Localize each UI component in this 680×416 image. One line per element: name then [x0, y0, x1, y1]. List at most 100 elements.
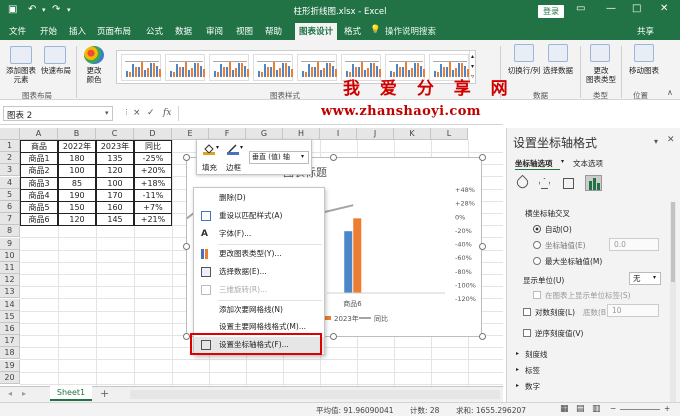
- maximize-icon[interactable]: □: [632, 3, 641, 14]
- change-colors-button[interactable]: 更改 颜色: [80, 66, 108, 84]
- normal-view-icon[interactable]: ▦: [560, 404, 569, 414]
- cancel-icon[interactable]: ×: [133, 108, 141, 118]
- row-header[interactable]: 8: [0, 225, 20, 238]
- chart-resize-handle[interactable]: [479, 154, 486, 161]
- row-header[interactable]: 1: [0, 140, 20, 152]
- column-header[interactable]: A: [20, 128, 58, 140]
- table-cell[interactable]: -11%: [134, 188, 172, 202]
- column-header[interactable]: K: [394, 128, 431, 140]
- axis-options-dropdown-icon[interactable]: ▾: [561, 158, 564, 165]
- column-header[interactable]: I: [320, 128, 357, 140]
- row-header[interactable]: 15: [0, 310, 20, 323]
- fx-icon[interactable]: fx: [163, 108, 171, 118]
- collapse-ribbon-icon[interactable]: ∧: [667, 88, 673, 97]
- horizontal-scrollbar[interactable]: [130, 390, 500, 399]
- tab-help[interactable]: 帮助: [265, 25, 282, 37]
- row-header[interactable]: 19: [0, 359, 20, 372]
- confirm-icon[interactable]: ✓: [147, 108, 155, 118]
- table-cell[interactable]: 190: [58, 188, 96, 202]
- table-cell[interactable]: 100: [96, 176, 134, 190]
- tab-chart-design[interactable]: 图表设计: [295, 23, 338, 40]
- row-header[interactable]: 3: [0, 164, 20, 177]
- chart-style-thumbnail[interactable]: [253, 54, 293, 81]
- table-cell[interactable]: +18%: [134, 176, 172, 190]
- close-icon[interactable]: ✕: [660, 3, 668, 14]
- tab-home[interactable]: 开始: [40, 25, 57, 37]
- element-selector-dropdown-icon[interactable]: ▾: [301, 153, 304, 160]
- axis-value-input[interactable]: 0.0: [609, 238, 659, 251]
- fill-dropdown-icon[interactable]: ▾: [216, 144, 219, 151]
- tab-formulas[interactable]: 公式: [146, 25, 163, 37]
- row-header[interactable]: 6: [0, 201, 20, 213]
- secondary-axis-tick[interactable]: -40%: [455, 241, 472, 249]
- zoom-slider[interactable]: [620, 409, 660, 410]
- table-cell[interactable]: 180: [58, 152, 96, 166]
- bar-2022[interactable]: [344, 231, 353, 293]
- log-base-input[interactable]: 10: [607, 304, 659, 317]
- display-units-select[interactable]: 无: [629, 272, 661, 285]
- tab-file[interactable]: 文件: [9, 25, 26, 37]
- table-cell[interactable]: 商品2: [20, 164, 58, 178]
- scroll-left-icon[interactable]: ◂: [8, 389, 12, 398]
- chart-resize-handle[interactable]: [330, 333, 337, 340]
- row-header[interactable]: 7: [0, 213, 20, 226]
- row-header[interactable]: 9: [0, 237, 20, 250]
- row-header[interactable]: 17: [0, 335, 20, 348]
- table-cell[interactable]: 85: [58, 176, 96, 190]
- table-cell[interactable]: 135: [96, 152, 134, 166]
- move-chart-button[interactable]: 移动图表: [624, 66, 664, 75]
- page-layout-view-icon[interactable]: ▤: [576, 404, 585, 414]
- minimize-icon[interactable]: —: [606, 3, 616, 14]
- menu-item-add-minor-gridlines[interactable]: 添加次要网格线(N): [194, 302, 324, 318]
- fill-line-icon[interactable]: [514, 174, 531, 191]
- change-chart-type-button[interactable]: 更改 图表类型: [583, 66, 619, 84]
- table-cell[interactable]: 120: [96, 164, 134, 178]
- tab-view[interactable]: 视图: [236, 25, 253, 37]
- outline-pen-icon[interactable]: [227, 143, 239, 155]
- secondary-axis-tick[interactable]: -80%: [455, 268, 472, 276]
- section-number[interactable]: 数字: [525, 381, 540, 392]
- chart-resize-handle[interactable]: [183, 333, 190, 340]
- column-header[interactable]: L: [431, 128, 468, 140]
- chart-style-thumbnail[interactable]: [209, 54, 249, 81]
- table-cell[interactable]: 商品6: [20, 213, 58, 227]
- chart-resize-handle[interactable]: [183, 154, 190, 161]
- zoom-in-icon[interactable]: +: [664, 404, 670, 413]
- row-header[interactable]: 20: [0, 371, 20, 384]
- row-header[interactable]: 16: [0, 323, 20, 335]
- sheet-tab-sheet1[interactable]: Sheet1: [50, 386, 92, 401]
- secondary-axis-tick[interactable]: -20%: [455, 227, 472, 235]
- add-chart-element-button[interactable]: 添加图表 元素: [3, 66, 39, 84]
- page-break-view-icon[interactable]: ▥: [592, 404, 601, 414]
- table-cell[interactable]: 商品3: [20, 176, 58, 190]
- table-cell[interactable]: 100: [58, 164, 96, 178]
- ribbon-options-icon[interactable]: ▭: [576, 3, 585, 14]
- table-cell[interactable]: -25%: [134, 152, 172, 166]
- pane-scrollbar[interactable]: [670, 202, 676, 402]
- chart-style-thumbnail[interactable]: [297, 54, 337, 81]
- zoom-out-icon[interactable]: −: [610, 404, 616, 413]
- secondary-axis-tick[interactable]: -100%: [455, 281, 476, 289]
- row-header[interactable]: 4: [0, 176, 20, 189]
- table-cell[interactable]: +20%: [134, 164, 172, 178]
- legend-label-2023[interactable]: 2023年: [334, 314, 359, 323]
- row-header[interactable]: 12: [0, 274, 20, 287]
- expand-ticks-icon[interactable]: ▸: [516, 350, 519, 357]
- table-cell[interactable]: 170: [96, 188, 134, 202]
- checkbox-log-scale[interactable]: [523, 308, 531, 316]
- tab-insert[interactable]: 插入: [69, 25, 86, 37]
- section-tick-marks[interactable]: 刻度线: [525, 349, 548, 360]
- tab-text-options[interactable]: 文本选项: [573, 158, 603, 169]
- bar-2023[interactable]: [353, 218, 362, 293]
- name-box-dropdown-icon[interactable]: ▾: [105, 109, 109, 117]
- secondary-axis-tick[interactable]: -60%: [455, 254, 472, 262]
- menu-item-font[interactable]: A 字体(F)...: [194, 226, 324, 242]
- row-header[interactable]: 5: [0, 188, 20, 201]
- chart-resize-handle[interactable]: [479, 333, 486, 340]
- chart-style-thumbnail[interactable]: [165, 54, 205, 81]
- secondary-axis-tick[interactable]: -120%: [455, 295, 476, 303]
- size-properties-icon[interactable]: [563, 178, 574, 189]
- menu-item-change-chart-type[interactable]: 更改图表类型(Y)...: [194, 246, 324, 262]
- chart-style-thumbnail[interactable]: [121, 54, 161, 81]
- scroll-right-icon[interactable]: ▸: [22, 389, 26, 398]
